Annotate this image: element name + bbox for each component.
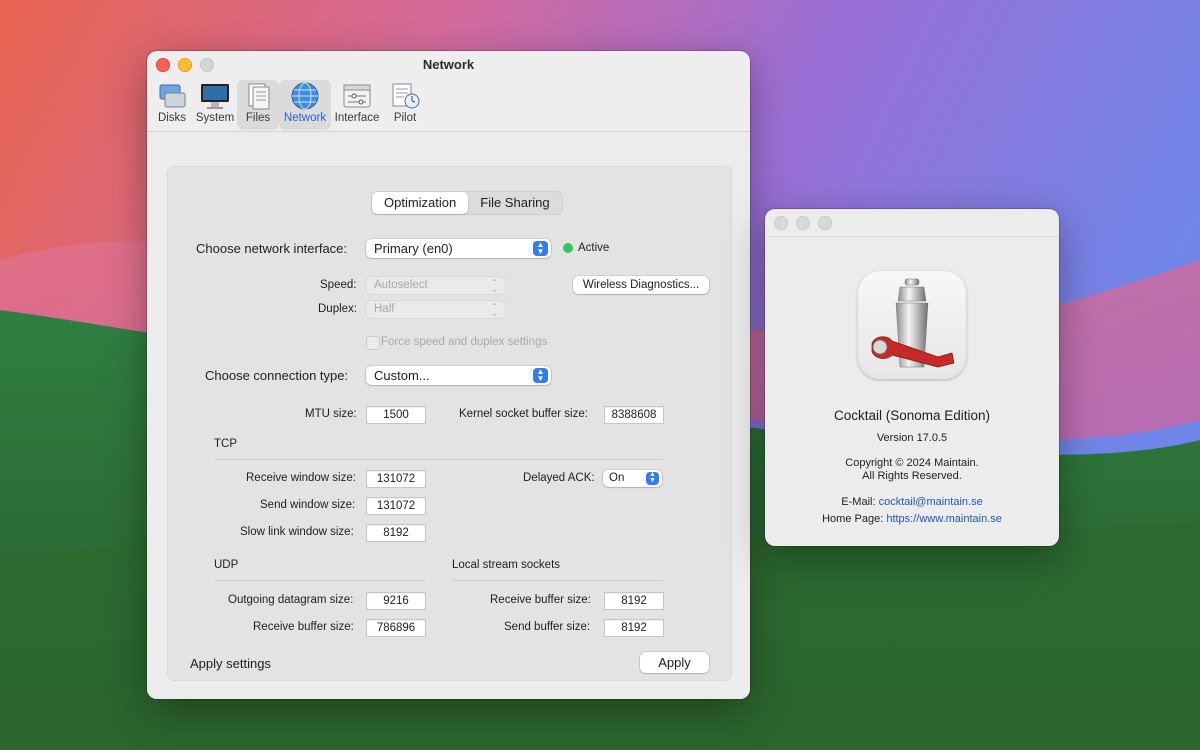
connection-type-popup[interactable]: Custom... ▲ ▼ <box>366 366 551 385</box>
mtu-field[interactable]: 1500 <box>366 406 426 424</box>
status-indicator-icon <box>563 243 573 253</box>
close-button[interactable] <box>774 216 788 230</box>
toolbar-item-system[interactable]: System <box>193 80 237 130</box>
tab-optimization[interactable]: Optimization <box>372 192 469 214</box>
chevron-updown-icon: ⌃ ⌄ <box>491 302 498 318</box>
tab-file-sharing[interactable]: File Sharing <box>468 192 561 214</box>
app-name: Cocktail (Sonoma Edition) <box>833 408 991 423</box>
receive-window-field[interactable]: 131072 <box>366 470 426 488</box>
send-window-field[interactable]: 131072 <box>366 497 426 515</box>
chevron-updown-icon: ⌃ ⌄ <box>491 278 498 294</box>
toolbar: Disks System Files Network Interface Pil… <box>151 80 427 130</box>
interface-label: Choose network interface: <box>196 241 348 256</box>
stream-receive-buffer-field[interactable]: 8192 <box>604 592 664 610</box>
network-content: Optimization File Sharing Choose network… <box>147 132 750 699</box>
files-icon <box>248 83 270 110</box>
local-stream-divider <box>452 580 663 581</box>
force-speed-checkbox[interactable] <box>366 336 380 350</box>
app-version: Version 17.0.5 <box>876 432 948 444</box>
status-label: Active <box>578 242 610 254</box>
duplex-label: Duplex: <box>318 303 357 315</box>
tcp-divider <box>214 459 663 460</box>
email-row: E-Mail: cocktail@maintain.se <box>765 496 1059 508</box>
force-speed-label: Force speed and duplex settings <box>381 336 548 348</box>
toolbar-item-network[interactable]: Network <box>279 80 331 130</box>
outgoing-datagram-label: Outgoing datagram size: <box>228 594 354 606</box>
stream-send-buffer-label: Send buffer size: <box>504 621 591 633</box>
delayed-ack-label: Delayed ACK: <box>523 472 595 484</box>
chevron-updown-icon: ▲ ▼ <box>533 241 548 256</box>
homepage-label: Home Page: <box>822 513 884 525</box>
zoom-button[interactable] <box>818 216 832 230</box>
send-window-label: Send window size: <box>260 499 356 511</box>
system-icon <box>201 84 229 109</box>
window-title: Network <box>422 57 475 72</box>
network-globe-icon <box>291 82 319 110</box>
apply-button[interactable]: Apply <box>640 652 709 673</box>
interface-popup[interactable]: Primary (en0) ▲ ▼ <box>366 239 551 258</box>
stream-send-buffer-field[interactable]: 8192 <box>604 619 664 637</box>
about-window-controls <box>774 216 832 230</box>
tab-control: Optimization File Sharing <box>371 191 563 215</box>
toolbar-item-files[interactable]: Files <box>237 80 279 130</box>
udp-receive-buffer-field[interactable]: 786896 <box>366 619 426 637</box>
about-window: Cocktail (Sonoma Edition) Version 17.0.5… <box>765 209 1059 546</box>
udp-divider <box>214 580 426 581</box>
toolbar-item-disks[interactable]: Disks <box>151 80 193 130</box>
email-link[interactable]: cocktail@maintain.se <box>879 496 983 508</box>
local-stream-heading: Local stream sockets <box>452 559 561 571</box>
mtu-label: MTU size: <box>305 408 357 420</box>
receive-window-label: Receive window size: <box>246 472 356 484</box>
udp-receive-buffer-label: Receive buffer size: <box>253 621 354 633</box>
about-titlebar-divider <box>765 236 1059 237</box>
connection-type-label: Choose connection type: <box>205 368 349 383</box>
email-label: E-Mail: <box>841 496 876 508</box>
chevron-updown-icon: ▲ ▼ <box>533 368 548 383</box>
copyright-line: Copyright © 2024 Maintain. <box>845 457 979 469</box>
apply-settings-label: Apply settings <box>190 656 271 671</box>
delayed-ack-popup[interactable]: On ▲ ▼ <box>603 470 662 487</box>
cocktail-shaker-icon <box>871 278 955 368</box>
disks-icon <box>159 84 186 108</box>
udp-heading: UDP <box>214 559 239 571</box>
homepage-row: Home Page: https://www.maintain.se <box>765 513 1059 525</box>
stream-receive-buffer-label: Receive buffer size: <box>490 594 591 606</box>
kernel-buffer-label: Kernel socket buffer size: <box>459 408 588 420</box>
duplex-popup[interactable]: Half ⌃ ⌄ <box>366 301 505 318</box>
slow-link-field[interactable]: 8192 <box>366 524 426 542</box>
cocktail-app-icon <box>858 271 966 379</box>
outgoing-datagram-field[interactable]: 9216 <box>366 592 426 610</box>
toolbar-item-interface[interactable]: Interface <box>331 80 383 130</box>
tcp-heading: TCP <box>214 438 237 450</box>
homepage-link[interactable]: https://www.maintain.se <box>886 513 1002 525</box>
pilot-icon <box>392 83 420 109</box>
chevron-updown-icon: ▲ ▼ <box>646 471 659 485</box>
speed-popup[interactable]: Autoselect ⌃ ⌄ <box>366 277 505 294</box>
wireless-diagnostics-button[interactable]: Wireless Diagnostics... <box>573 276 709 294</box>
minimize-button[interactable] <box>796 216 810 230</box>
slow-link-label: Slow link window size: <box>240 526 354 538</box>
toolbar-item-pilot[interactable]: Pilot <box>383 80 427 130</box>
interface-icon <box>343 84 371 108</box>
rights-line: All Rights Reserved. <box>862 470 962 482</box>
network-window: Network Disks System Files Network Inter… <box>147 51 750 699</box>
kernel-buffer-field[interactable]: 8388608 <box>604 406 664 424</box>
speed-label: Speed: <box>320 279 357 291</box>
optimization-panel: Optimization File Sharing Choose network… <box>167 166 732 681</box>
